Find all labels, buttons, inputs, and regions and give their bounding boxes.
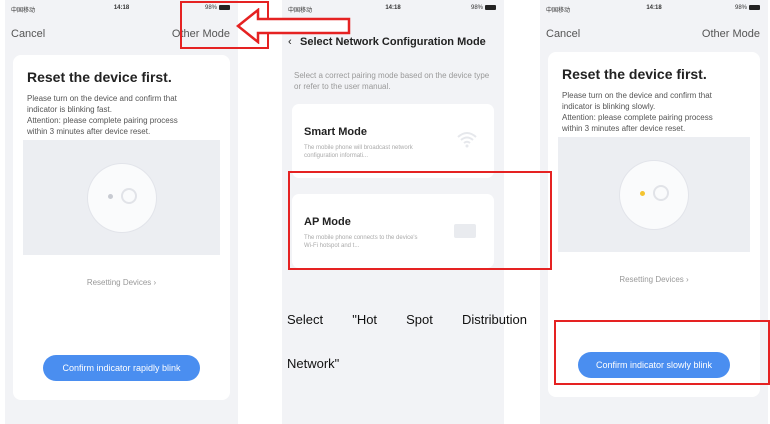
caption-word: "Hot [352, 312, 378, 327]
caption-word: Distribution [461, 312, 527, 327]
instruction-caption-line2: Network" [287, 356, 340, 371]
confirm-rapid-blink-button[interactable]: Confirm indicator rapidly blink [43, 355, 200, 381]
battery-icon [749, 5, 760, 10]
desc-line: Please turn on the device and confirm th… [562, 91, 712, 100]
resetting-devices-link[interactable]: Resetting Devices › [13, 278, 230, 287]
desc-line: Attention: please complete pairing proce… [27, 116, 178, 125]
left-phone-screen: 中国移动 14:18 98% Cancel Other Mode Reset t… [5, 0, 238, 424]
battery-indicator: 98% [471, 5, 496, 11]
desc-line: Please turn on the device and confirm th… [27, 94, 177, 103]
desc-line: Attention: please complete pairing proce… [562, 113, 713, 122]
status-bar: 中国移动 14:18 98% [540, 3, 768, 15]
smart-mode-option[interactable]: Smart Mode The mobile phone will broadca… [292, 104, 494, 178]
device-illustration [558, 137, 750, 252]
tutorial-page: 中国移动 14:18 98% Cancel Other Mode Reset t… [0, 0, 770, 424]
battery-icon [485, 5, 496, 10]
card-title: Reset the device first. [562, 66, 707, 82]
battery-indicator: 98% [735, 5, 760, 11]
pairing-hint: Select a correct pairing mode based on t… [294, 71, 490, 91]
card-title: Reset the device first. [27, 69, 172, 85]
battery-percent: 98% [470, 5, 483, 12]
power-button-icon [653, 184, 669, 201]
caption-word: Spot [406, 312, 433, 327]
device-illustration [23, 140, 220, 255]
highlight-ap-mode [288, 171, 552, 270]
top-bar: Cancel Other Mode [540, 28, 768, 44]
battery-percent: 98% [734, 5, 747, 12]
smart-mode-description: The mobile phone will broadcast network … [304, 145, 413, 159]
device-icon [87, 163, 156, 232]
cancel-button[interactable]: Cancel [11, 28, 45, 40]
indicator-light-icon [107, 193, 113, 199]
wifi-icon [457, 132, 477, 148]
other-mode-button[interactable]: Other Mode [702, 28, 760, 40]
power-button-icon [120, 187, 137, 204]
highlight-confirm-button [554, 320, 770, 385]
reset-card: Reset the device first. Please turn on t… [13, 55, 230, 400]
indicator-light-icon [640, 190, 645, 196]
left-arrow-icon [236, 8, 351, 44]
device-icon [620, 160, 688, 229]
status-time: 14:18 [646, 5, 662, 11]
desc-line: indicator is blinking slowly. [562, 102, 656, 111]
instruction-caption-line1: Select "Hot Spot Distribution [287, 312, 527, 327]
desc-line: within 3 minutes after device reset. [562, 124, 686, 133]
desc-line: within 3 minutes after device reset. [27, 127, 151, 136]
card-description: Please turn on the device and confirm th… [562, 90, 750, 134]
desc-line: indicator is blinking fast. [27, 105, 112, 114]
smart-mode-title: Smart Mode [304, 126, 367, 138]
caption-word: Select [287, 312, 324, 327]
resetting-devices-link[interactable]: Resetting Devices › [548, 275, 760, 284]
card-description: Please turn on the device and confirm th… [27, 93, 220, 137]
cancel-button[interactable]: Cancel [546, 28, 580, 40]
